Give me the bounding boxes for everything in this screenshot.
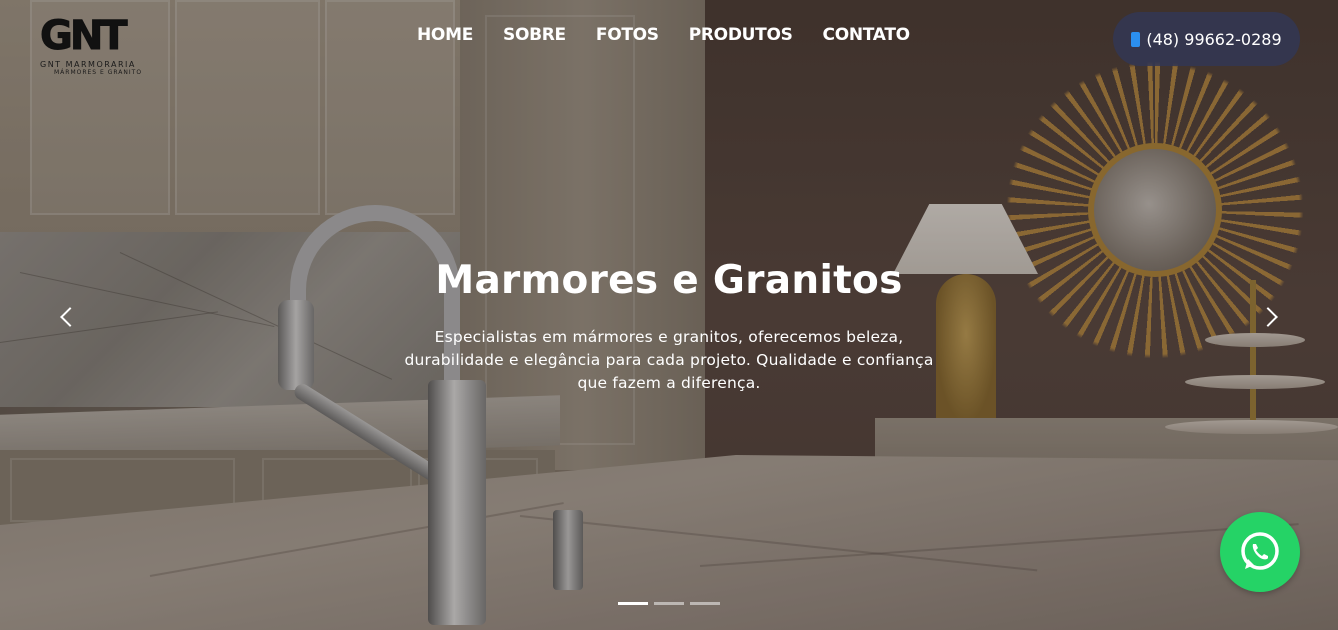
logo-subtitle: GNT MARMORARIA — [40, 60, 136, 69]
carousel-prev-button[interactable] — [52, 300, 82, 334]
logo-mark: GNT — [40, 13, 129, 59]
chevron-right-icon — [1258, 307, 1278, 327]
logo[interactable]: GNT GNT MARMORARIA MÁRMORES E GRANITO — [40, 13, 152, 77]
nav-fotos[interactable]: FOTOS — [596, 25, 659, 45]
nav-contato[interactable]: CONTATO — [823, 25, 911, 45]
mobile-phone-icon — [1131, 31, 1141, 47]
hero-title: Marmores e Granitos — [435, 258, 903, 303]
whatsapp-icon — [1241, 532, 1279, 570]
phone-button[interactable]: (48) 99662-0289 — [1113, 12, 1300, 66]
whatsapp-button[interactable] — [1220, 512, 1300, 592]
carousel-indicator-1[interactable] — [618, 602, 648, 605]
image-overlay — [0, 0, 1338, 630]
nav-sobre[interactable]: SOBRE — [503, 25, 566, 45]
carousel-indicators — [618, 602, 720, 605]
carousel-indicator-2[interactable] — [654, 602, 684, 605]
main-nav: HOME SOBRE FOTOS PRODUTOS CONTATO — [417, 25, 910, 45]
hero-carousel: GNT GNT MARMORARIA MÁRMORES E GRANITO HO… — [0, 0, 1338, 630]
logo-tagline: MÁRMORES E GRANITO — [54, 69, 143, 76]
phone-number: (48) 99662-0289 — [1146, 29, 1282, 49]
carousel-indicator-3[interactable] — [690, 602, 720, 605]
hero-description: Especialistas em mármores e granitos, of… — [404, 328, 934, 392]
nav-produtos[interactable]: PRODUTOS — [689, 25, 793, 45]
chevron-left-icon — [60, 307, 80, 327]
carousel-next-button[interactable] — [1256, 300, 1286, 334]
nav-home[interactable]: HOME — [417, 25, 473, 45]
